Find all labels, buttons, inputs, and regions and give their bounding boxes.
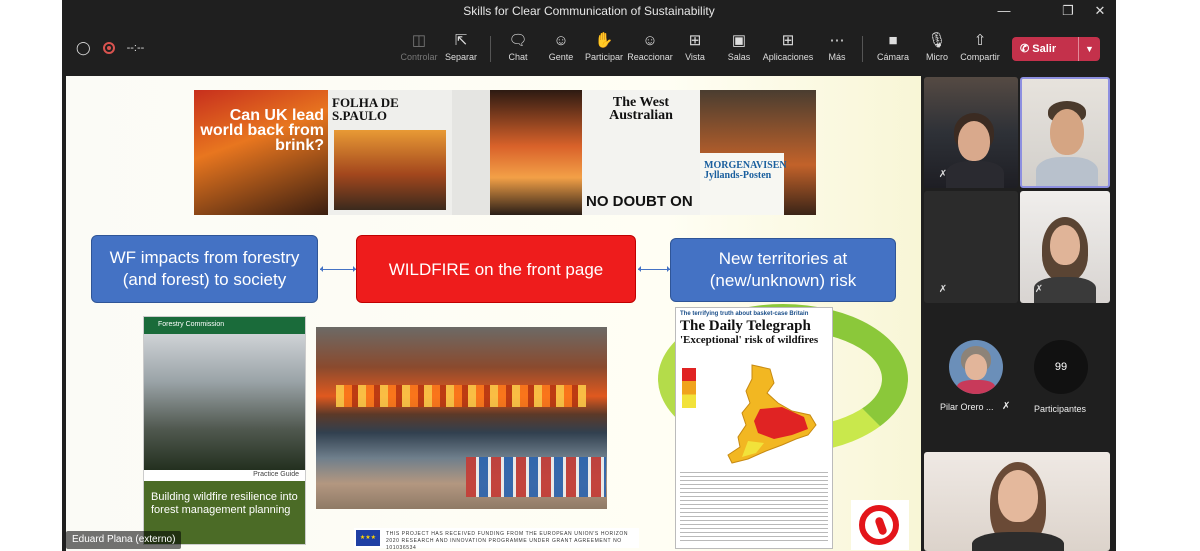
guide-org: Forestry Commission: [144, 317, 305, 334]
leave-label: ✆ Salir: [1020, 43, 1057, 55]
newspaper-jyllands-posten: MORGENAVISEN Jyllands-Posten: [700, 90, 816, 215]
guide-type: Practice Guide: [253, 471, 299, 478]
newspaper-folha: FOLHA DE S.PAULO: [328, 90, 452, 215]
telegraph-front-page: The terrifying truth about basket-case B…: [675, 307, 833, 549]
video-tile-participant-1[interactable]: ✗: [924, 77, 1018, 188]
double-arrow: [638, 266, 670, 272]
telegraph-tagline: The terrifying truth about basket-case B…: [680, 311, 809, 317]
newspaper-masthead: The West Australian: [609, 95, 673, 123]
aplicaciones-button[interactable]: ⊞ Aplicaciones: [760, 30, 816, 70]
participant-face: [1050, 109, 1084, 155]
mic-muted-icon: ✗: [938, 169, 948, 180]
eu-flag-icon: ★★★: [356, 530, 380, 546]
box-new-territories: New territories at (new/unknown) risk: [670, 238, 896, 302]
project-logo: [851, 500, 909, 550]
participant-shirt: [957, 380, 995, 394]
share-up-icon: ⇧: [973, 32, 987, 49]
participant-name-pilar: Pilar Orero ...: [940, 402, 994, 412]
beach-wildfire-photo: [316, 327, 607, 509]
telegraph-masthead: The Daily Telegraph: [680, 318, 811, 334]
newspaper-headline: Can UK lead world back from brink?: [200, 107, 324, 154]
newspaper-fire-page: [490, 90, 582, 215]
newspaper-uk: Can UK lead world back from brink?: [194, 90, 328, 215]
salas-button[interactable]: ▣ Salas: [711, 30, 767, 70]
shared-slide: Can UK lead world back from brink? FOLHA…: [66, 76, 921, 551]
more-icon: ⋯: [829, 32, 845, 49]
video-tile-participant-2[interactable]: [1020, 77, 1110, 188]
avatar-pilar[interactable]: [949, 340, 1003, 394]
video-tile-participant-3[interactable]: ✗: [924, 191, 1018, 303]
presenter-name-tag: Eduard Plana (externo): [66, 531, 182, 549]
participant-shirt: [946, 161, 1004, 188]
flames-band: [336, 385, 586, 407]
smoky-forest-photo: [144, 334, 305, 470]
newspaper-columns: [680, 472, 828, 544]
telegraph-headline: 'Exceptional' risk of wildfires: [680, 334, 819, 346]
double-arrow: [320, 266, 356, 272]
leave-button[interactable]: ✆ Salir ▼: [1012, 37, 1100, 61]
maximize-icon[interactable]: ❐: [1052, 0, 1084, 24]
meeting-toolbar: ◯ --:-- ◫ Controlar ⇱ Separar 🗨 Chat ☺ G…: [62, 24, 1116, 74]
shield-icon: ◯: [76, 40, 91, 55]
apps-plus-icon: ⊞: [781, 32, 795, 49]
box-wildfire-front-page: WILDFIRE on the front page: [356, 235, 636, 303]
newspaper-collage: Can UK lead world back from brink? FOLHA…: [194, 90, 816, 215]
record-icon: [102, 42, 115, 54]
newspaper-masthead: FOLHA DE S.PAULO: [332, 95, 399, 123]
mic-muted-icon: ✗: [1034, 284, 1044, 295]
participant-face: [965, 354, 987, 380]
video-tile-self[interactable]: [924, 452, 1110, 551]
meeting-status: ◯ --:--: [76, 40, 144, 56]
participants-label[interactable]: Participantes: [1034, 404, 1086, 414]
participant-face: [998, 470, 1038, 522]
beach-umbrellas: [466, 457, 606, 497]
popout-icon: ⇱: [454, 32, 468, 49]
newspaper-fire-photo: [334, 130, 446, 210]
minimize-icon[interactable]: —: [988, 0, 1020, 24]
eu-funding-bar: ★★★ THIS PROJECT HAS RECEIVED FUNDING FR…: [354, 528, 639, 551]
uk-risk-map: [727, 364, 817, 464]
mas-button[interactable]: ⋯ Más: [809, 30, 865, 70]
compartir-button[interactable]: ⇧ Compartir: [952, 30, 1008, 70]
newspaper-fragment: [452, 90, 490, 215]
participant-face: [958, 121, 990, 161]
rooms-icon: ▣: [731, 32, 747, 49]
participant-shirt: [1036, 157, 1098, 186]
mic-muted-icon: ✗: [1002, 401, 1011, 412]
newspaper-west-australian: The West Australian NO DOUBT ON: [582, 90, 700, 215]
box-forestry-impacts: WF impacts from forestry (and forest) to…: [91, 235, 318, 303]
participants-count[interactable]: 99: [1034, 340, 1088, 394]
risk-map-key: [682, 368, 696, 408]
chevron-down-icon[interactable]: ▼: [1078, 37, 1100, 61]
meeting-timer: --:--: [126, 42, 145, 54]
separar-button[interactable]: ⇱ Separar: [433, 30, 489, 70]
toolbar-divider: [862, 36, 863, 62]
newspaper-masthead: MORGENAVISEN Jyllands-Posten: [704, 160, 787, 181]
newspaper-headline: NO DOUBT ON: [586, 193, 693, 210]
teams-window: Skills for Clear Communication of Sustai…: [62, 0, 1116, 551]
participant-face: [1050, 225, 1080, 265]
participant-shirt: [972, 532, 1064, 551]
video-tile-participant-4[interactable]: ✗: [1020, 191, 1110, 303]
window-title: Skills for Clear Communication of Sustai…: [463, 4, 715, 18]
eu-funding-text: THIS PROJECT HAS RECEIVED FUNDING FROM T…: [386, 531, 629, 551]
mic-muted-icon: ✗: [938, 284, 948, 295]
q-logo-icon: [859, 505, 899, 545]
forestry-guide-cover: Forestry Commission Practice Guide Build…: [143, 316, 306, 545]
title-bar: Skills for Clear Communication of Sustai…: [62, 0, 1116, 24]
close-icon[interactable]: ✕: [1084, 0, 1116, 24]
